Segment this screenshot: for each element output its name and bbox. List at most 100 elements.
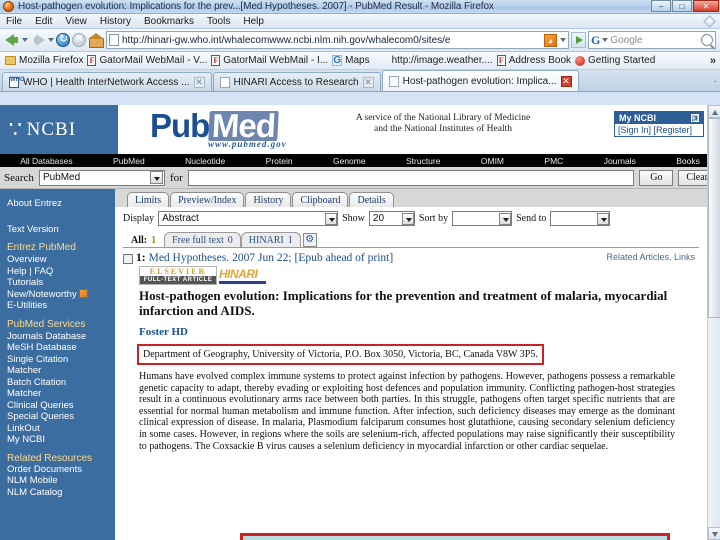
- tab-close-icon[interactable]: ✕: [560, 75, 572, 87]
- tab-history[interactable]: History: [245, 192, 292, 207]
- reload-icon[interactable]: [56, 32, 70, 47]
- database-select[interactable]: PubMed: [38, 169, 165, 186]
- search-icon[interactable]: [701, 34, 713, 46]
- scroll-up-icon[interactable]: [708, 105, 720, 118]
- sidebar-item-linkout[interactable]: LinkOut: [7, 423, 115, 435]
- tab-list-icon[interactable]: ·: [714, 76, 717, 87]
- chevron-down-icon[interactable]: [325, 212, 338, 225]
- search-input[interactable]: Google: [610, 35, 699, 46]
- sortby-select[interactable]: [452, 211, 513, 226]
- tab-clipboard[interactable]: Clipboard: [292, 192, 349, 207]
- go-button[interactable]: Go: [639, 169, 674, 186]
- url-text[interactable]: http://hinari-gw.who.int/whalecomwww.ncb…: [122, 35, 541, 46]
- close-button[interactable]: ✕: [693, 0, 719, 12]
- back-button[interactable]: [4, 32, 20, 48]
- sendto-select[interactable]: [550, 211, 611, 226]
- menu-tools[interactable]: Tools: [207, 16, 230, 27]
- vertical-scrollbar[interactable]: [707, 105, 720, 540]
- bookmark-item[interactable]: F Address Book: [496, 55, 571, 66]
- dbnav-omim[interactable]: OMIM: [461, 156, 525, 166]
- tab-close-icon[interactable]: ✕: [362, 76, 374, 88]
- url-bar[interactable]: http://hinari-gw.who.int/whalecomwww.ncb…: [106, 31, 569, 49]
- ncbi-logo[interactable]: ∵ NCBI: [0, 105, 118, 154]
- sidebar-item-nlm-catalog[interactable]: NLM Catalog: [7, 487, 115, 499]
- tab-hinari[interactable]: HINARI Access to Research ✕: [212, 72, 381, 91]
- chevron-down-icon[interactable]: [149, 171, 163, 184]
- related-articles-links[interactable]: Related Articles, Links: [606, 252, 695, 262]
- bookmark-item[interactable]: F GatorMail WebMail - V...: [87, 55, 207, 66]
- tab-limits[interactable]: Limits: [127, 192, 170, 207]
- menu-view[interactable]: View: [65, 16, 87, 27]
- sidebar-item-order-documents[interactable]: Order Documents: [7, 464, 115, 476]
- bookmark-item[interactable]: Mozilla Firefox: [5, 55, 83, 66]
- display-select[interactable]: Abstract: [158, 211, 339, 226]
- menu-file[interactable]: File: [6, 16, 22, 27]
- hinari-icon[interactable]: HINARI: [219, 267, 266, 284]
- bookmark-item[interactable]: G Maps: [332, 55, 370, 66]
- chevron-down-icon[interactable]: [401, 212, 414, 225]
- article-author[interactable]: Foster HD: [139, 326, 699, 338]
- dbnav-structure[interactable]: Structure: [386, 156, 461, 166]
- chevron-down-icon[interactable]: [499, 212, 512, 225]
- sidebar-item-text-version[interactable]: Text Version: [7, 224, 115, 236]
- sidebar-item-single-citation-matcher[interactable]: Matcher: [7, 365, 115, 377]
- dbnav-journals[interactable]: Journals: [584, 156, 657, 166]
- sidebar-item-single-citation[interactable]: Single Citation: [7, 354, 115, 366]
- tab-pubmed-result[interactable]: Host-pathogen evolution: Implica... ✕: [381, 70, 579, 91]
- minimize-button[interactable]: –: [651, 0, 671, 12]
- home-icon[interactable]: [88, 33, 104, 48]
- go-button[interactable]: [571, 32, 586, 48]
- bookmark-item[interactable]: http://image.weather....: [392, 55, 493, 66]
- rss-icon[interactable]: [78, 288, 88, 298]
- bookmarks-overflow-icon[interactable]: »: [710, 55, 716, 67]
- gear-icon[interactable]: ⚙: [302, 233, 317, 247]
- dbnav-pubmed[interactable]: PubMed: [93, 156, 165, 166]
- bookmark-item[interactable]: F GatorMail WebMail - I...: [211, 55, 328, 66]
- rss-icon[interactable]: ◕: [544, 33, 557, 47]
- show-select[interactable]: 20: [368, 211, 415, 226]
- filter-tab-hinari[interactable]: HINARI 1: [240, 232, 301, 247]
- sidebar-item-new-noteworthy[interactable]: New/Noteworthy: [7, 288, 115, 301]
- menu-edit[interactable]: Edit: [35, 16, 52, 27]
- maximize-button[interactable]: □: [672, 0, 692, 12]
- filter-tab-free-full-text[interactable]: Free full text 0: [164, 232, 241, 247]
- dbnav-genome[interactable]: Genome: [313, 156, 386, 166]
- sidebar-item-batch-citation[interactable]: Batch Citation: [7, 377, 115, 389]
- menu-bookmarks[interactable]: Bookmarks: [144, 16, 194, 27]
- sidebar-item-help-faq[interactable]: Help | FAQ: [7, 266, 115, 278]
- search-query-input[interactable]: [187, 169, 635, 186]
- dbnav-protein[interactable]: Protein: [245, 156, 312, 166]
- sidebar-item-special-queries[interactable]: Special Queries: [7, 411, 115, 423]
- dbnav-all-databases[interactable]: All Databases: [0, 156, 93, 166]
- pubmed-logo[interactable]: PubMed www.pubmed.gov: [118, 105, 287, 154]
- search-engine-dropdown-icon[interactable]: [602, 38, 609, 42]
- sidebar-item-clinical-queries[interactable]: Clinical Queries: [7, 400, 115, 412]
- chevron-down-icon[interactable]: [597, 212, 610, 225]
- dbnav-nucleotide[interactable]: Nucleotide: [165, 156, 246, 166]
- sidebar-item-e-utilities[interactable]: E-Utilities: [7, 300, 115, 312]
- forward-dropdown-icon[interactable]: [48, 38, 54, 42]
- sidebar-item-overview[interactable]: Overview: [7, 254, 115, 266]
- scrollbar-thumb[interactable]: [708, 118, 720, 318]
- menu-history[interactable]: History: [100, 16, 131, 27]
- sidebar-item-nlm-mobile[interactable]: NLM Mobile: [7, 475, 115, 487]
- sidebar-item-about-entrez[interactable]: About Entrez: [7, 198, 115, 210]
- tab-details[interactable]: Details: [349, 192, 394, 207]
- record-checkbox[interactable]: [123, 254, 133, 264]
- my-ncbi-signin-links[interactable]: [Sign In] [Register]: [615, 124, 703, 136]
- search-bar[interactable]: G Google: [588, 31, 716, 49]
- forward-button[interactable]: [30, 32, 46, 48]
- bookmark-item[interactable]: Getting Started: [575, 55, 655, 66]
- scroll-down-icon[interactable]: [708, 527, 720, 540]
- back-dropdown-icon[interactable]: [22, 38, 28, 42]
- my-ncbi-header[interactable]: My NCBI ⎗: [615, 112, 703, 124]
- record-journal[interactable]: Med Hypotheses.: [149, 252, 230, 264]
- dbnav-pmc[interactable]: PMC: [524, 156, 583, 166]
- expand-icon[interactable]: ⎗: [691, 114, 699, 122]
- tab-close-icon[interactable]: ✕: [193, 76, 205, 88]
- tab-who[interactable]: WHO WHO | Health InterNetwork Access ...…: [2, 72, 212, 91]
- url-dropdown-icon[interactable]: [560, 38, 566, 42]
- filter-tab-all[interactable]: All: 1: [123, 232, 165, 247]
- menu-help[interactable]: Help: [243, 16, 264, 27]
- sidebar-item-mesh-database[interactable]: MeSH Database: [7, 342, 115, 354]
